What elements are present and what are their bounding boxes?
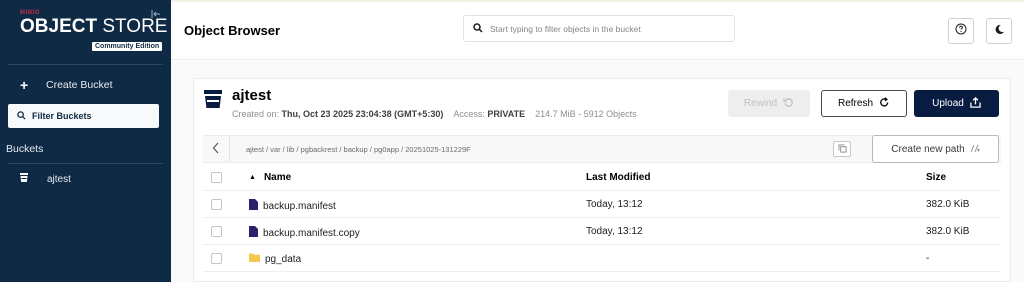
- objects-table: ▲ Name Last Modified Size backup.manifes…: [203, 164, 1001, 272]
- access-value: PRIVATE: [487, 109, 526, 119]
- create-bucket-button[interactable]: + Create Bucket: [20, 77, 113, 93]
- sidebar-item-ajtest[interactable]: ajtest: [20, 173, 71, 185]
- file-icon: [249, 199, 258, 213]
- created-date: Thu, Oct 23 2025 23:04:38 (GMT+5:30): [281, 109, 444, 119]
- search-placeholder: Start typing to filter objects in the bu…: [490, 23, 641, 34]
- folder-icon: [249, 253, 260, 265]
- object-name[interactable]: backup.manifest: [249, 199, 336, 213]
- rewind-label: Rewind: [743, 98, 778, 109]
- bucket-icon: [203, 89, 223, 114]
- moon-icon: [994, 22, 1005, 40]
- create-new-path-label: Create new path: [891, 143, 965, 155]
- table-header-row: ▲ Name Last Modified Size: [203, 164, 1001, 191]
- theme-toggle-button[interactable]: [986, 18, 1012, 44]
- content-area: ajtest Created on: Thu, Oct 23 2025 23:0…: [171, 61, 1024, 282]
- object-last-modified: Today, 13:12: [586, 199, 643, 210]
- bucket-meta: Created on: Thu, Oct 23 2025 23:04:38 (G…: [232, 109, 637, 119]
- refresh-label: Refresh: [837, 98, 873, 109]
- object-size: -: [926, 253, 930, 264]
- search-input[interactable]: Start typing to filter objects in the bu…: [463, 15, 735, 42]
- object-name[interactable]: backup.manifest.copy: [249, 226, 360, 240]
- row-checkbox[interactable]: [211, 199, 222, 210]
- upload-button[interactable]: Upload: [914, 90, 999, 117]
- chevron-left-icon: [212, 141, 220, 157]
- back-button[interactable]: [203, 136, 230, 162]
- column-header-size[interactable]: Size: [926, 172, 946, 183]
- object-size: 382.0 KiB: [926, 199, 970, 210]
- help-button[interactable]: [948, 18, 974, 44]
- sidebar-divider: [8, 64, 163, 65]
- row-checkbox[interactable]: [211, 226, 222, 237]
- upload-icon: [970, 96, 981, 111]
- rewind-icon: [783, 97, 794, 111]
- breadcrumb: ajtest / var / lib / pgbackrest / backup…: [203, 135, 1001, 163]
- logo-edition-badge: Community Edition: [92, 42, 163, 51]
- sidebar-item-label: ajtest: [47, 173, 71, 185]
- bucket-icon: [20, 173, 28, 185]
- rewind-button[interactable]: Rewind: [728, 90, 810, 117]
- copy-icon: [837, 140, 847, 158]
- object-size: 382.0 KiB: [926, 226, 970, 237]
- plus-icon: +: [20, 77, 29, 93]
- table-row[interactable]: pg_data -: [203, 245, 1001, 272]
- refresh-icon: [879, 96, 890, 111]
- sidebar-divider: [8, 163, 163, 164]
- header: Object Browser Start typing to filter ob…: [171, 2, 1024, 60]
- page-title: Object Browser: [184, 23, 281, 38]
- select-all-checkbox[interactable]: [211, 172, 222, 183]
- search-icon: [17, 107, 26, 125]
- collapse-sidebar-icon[interactable]: [151, 9, 161, 19]
- bucket-name: ajtest: [232, 87, 272, 104]
- breadcrumb-path[interactable]: ajtest / var / lib / pgbackrest / backup…: [246, 145, 471, 154]
- column-header-name[interactable]: ▲ Name: [249, 172, 291, 183]
- filter-buckets-placeholder: Filter Buckets: [32, 111, 92, 121]
- search-icon: [473, 20, 483, 38]
- create-new-path-button[interactable]: Create new path: [872, 135, 999, 163]
- refresh-button[interactable]: Refresh: [821, 90, 907, 117]
- object-last-modified: Today, 13:12: [586, 226, 643, 237]
- buckets-section-label: Buckets: [6, 143, 44, 155]
- table-row[interactable]: backup.manifest Today, 13:12 382.0 KiB: [203, 191, 1001, 218]
- create-bucket-label: Create Bucket: [46, 79, 113, 91]
- table-row[interactable]: backup.manifest.copy Today, 13:12 382.0 …: [203, 218, 1001, 245]
- upload-label: Upload: [932, 98, 964, 109]
- filter-buckets-input[interactable]: Filter Buckets: [8, 104, 159, 128]
- help-icon: [955, 22, 967, 40]
- bucket-header: ajtest Created on: Thu, Oct 23 2025 23:0…: [194, 79, 1010, 135]
- sidebar: MINIO OBJECT STORE Community Edition + C…: [0, 0, 171, 282]
- bucket-usage: 214.7 MiB - 5912 Objects: [535, 109, 637, 119]
- new-path-icon: [970, 144, 980, 155]
- column-header-last-modified[interactable]: Last Modified: [586, 172, 650, 183]
- logo: MINIO OBJECT STORE Community Edition: [20, 10, 168, 54]
- object-browser-panel: ajtest Created on: Thu, Oct 23 2025 23:0…: [193, 78, 1011, 282]
- file-icon: [249, 226, 258, 240]
- row-checkbox[interactable]: [211, 253, 222, 264]
- copy-path-button[interactable]: [833, 141, 851, 157]
- object-name[interactable]: pg_data: [249, 253, 301, 265]
- sort-ascending-icon: ▲: [249, 174, 256, 181]
- logo-title: OBJECT STORE: [20, 16, 168, 37]
